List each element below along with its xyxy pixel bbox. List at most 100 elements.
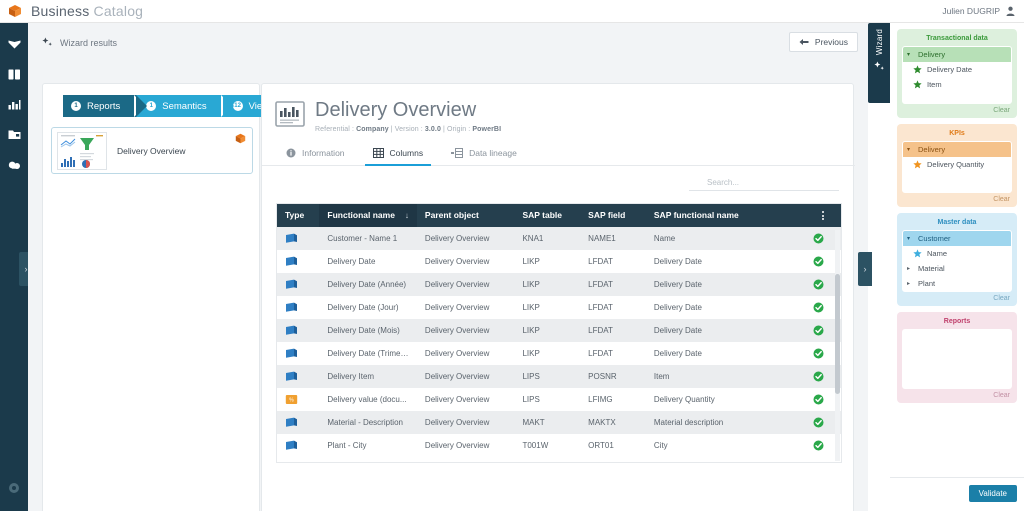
rail-item-catalog[interactable] [0,29,28,59]
basket-group[interactable]: ▾ Customer [903,231,1011,246]
table-row[interactable]: Delivery Date (Année) Delivery Overview LI… [277,273,841,296]
table-row[interactable]: Material - Description Delivery Overview M… [277,411,841,434]
cell-sap-field: LFDAT [588,303,613,312]
reports-panel: 1 Reports 1 Semantics 12 Views [42,83,292,511]
previous-button[interactable]: Previous [788,32,858,52]
step-arrow [136,95,148,117]
table-row[interactable]: Plant - City Delivery Overview T001W ORT01 C… [277,434,841,457]
basket-clear-link[interactable]: Clear [902,193,1012,204]
table-row[interactable]: Delivery Item Delivery Overview LIPS POSNR I… [277,365,841,388]
tab-information[interactable]: Information [272,140,359,165]
column-header-sap-functional-name[interactable]: SAP functional name [645,204,805,227]
page-title: Delivery Overview [315,99,477,121]
caret-right-icon[interactable]: ▸ [907,265,913,272]
basket-clear-link[interactable]: Clear [902,389,1012,400]
user-avatar-icon[interactable] [1006,6,1015,16]
rail-item-glossary[interactable] [0,59,28,89]
meta-sep: | [443,126,445,133]
cell-sap-functional-name: City [653,441,668,450]
sparkle-icon [42,37,52,46]
cell-sap-field: MAKTX [588,418,616,427]
cell-sap-table: T001W [522,441,549,450]
rail-item-connections[interactable] [0,149,28,179]
rail-item-settings[interactable] [0,473,28,503]
basket-group[interactable]: ▾ Delivery [903,47,1011,62]
basket-title: KPIs [949,130,965,137]
status-valid-icon [813,417,824,428]
cell-functional-name: Delivery Date (Mois) [327,326,400,335]
cell-sap-table: KNA1 [522,234,544,243]
user-menu[interactable]: Julien DUGRIP [942,6,1015,16]
columns-table: Type Functional name ↓ Parent object SAP… [276,203,842,463]
document-header: Delivery Overview Referential : Company … [275,98,501,133]
search-container [689,172,839,191]
step-semantics[interactable]: 1 Semantics [136,95,234,117]
rail-item-projects[interactable] [0,119,28,149]
cell-parent-object: Delivery Overview [424,326,490,335]
basket-collapsed-group[interactable]: ▸ Material [903,261,1011,276]
book-open-icon [8,40,20,48]
sort-descending-icon[interactable]: ↓ [405,210,409,221]
cell-sap-field: LFIMG [588,395,613,404]
caret-down-icon[interactable]: ▾ [907,235,913,242]
step-reports[interactable]: 1 Reports [63,95,148,117]
chevron-right-icon: › [863,263,867,274]
basket-item[interactable]: Item [903,77,1011,92]
table-row[interactable]: Delivery Date (Trimes... Delivery Overvie… [277,342,841,365]
basket-clear-link[interactable]: Clear [902,292,1012,303]
cell-parent-object: Delivery Overview [424,441,490,450]
cell-parent-object: Delivery Overview [424,372,490,381]
report-card-delivery-overview[interactable]: Delivery Overview [51,127,253,174]
table-row[interactable]: % Delivery value (docu... Delivery Overvie… [277,388,841,411]
tab-columns[interactable]: Columns [359,140,438,166]
table-row[interactable]: Customer - Name 1 Delivery Overview KNA1 NA… [277,227,841,250]
status-valid-icon [813,279,824,290]
cell-type [277,365,319,388]
cell-functional-name: Delivery Date (Jour) [327,303,399,312]
table-row[interactable]: Delivery Date (Jour) Delivery Overview LIK… [277,296,841,319]
table-row[interactable]: Delivery Date Delivery Overview LIKP LFDAT D… [277,250,841,273]
column-header-sap-field[interactable]: SAP field [580,204,646,227]
column-header-type[interactable]: Type [277,204,320,227]
wizard-side-tab[interactable]: Wizard [868,23,890,103]
basket-item[interactable]: Delivery Date [903,62,1011,77]
kebab-menu-icon[interactable] [813,211,833,220]
cell-sap-field: NAME1 [588,234,616,243]
powerbi-cube-icon [235,133,246,144]
cell-sap-table: LIKP [522,303,540,312]
column-header-parent-object[interactable]: Parent object [416,204,515,227]
brand-primary: Business [31,3,90,19]
cell-functional-name: Delivery value (docu... [327,395,407,404]
basket-item[interactable]: Name [903,246,1011,261]
cell-functional-name: Delivery Item [327,372,375,381]
cell-parent-object: Delivery Overview [424,257,490,266]
cell-sap-functional-name: Delivery Date [653,280,702,289]
brand-title: Business Catalog [31,3,143,19]
rail-item-reports[interactable] [0,89,28,119]
column-header-functional-name[interactable]: Functional name ↓ [319,204,417,227]
basket-clear-link[interactable]: Clear [902,104,1012,115]
column-header-functional-name-label: Functional name [327,210,395,220]
column-header-menu[interactable] [804,204,841,227]
basket-body: ▾ Delivery Delivery Quantity [902,141,1012,193]
right-panel-collapse-handle[interactable]: › [858,252,872,286]
status-valid-icon [813,394,824,405]
cell-sap-field: LFDAT [588,349,613,358]
table-row[interactable]: Delivery Date (Mois) Delivery Overview LIK… [277,319,841,342]
validate-button[interactable]: Validate [968,485,1017,502]
tab-data-lineage[interactable]: Data lineage [437,140,531,165]
detail-tabs: Information Columns Data lineage [262,140,855,166]
caret-down-icon[interactable]: ▾ [907,146,913,153]
arrow-left-icon [799,39,809,45]
basket-group[interactable]: ▾ Delivery [903,142,1011,157]
cell-parent-object: Delivery Overview [424,418,490,427]
basket-item[interactable]: Delivery Quantity [903,157,1011,172]
cell-type: % [277,388,319,411]
search-input[interactable] [689,176,839,191]
table-scrollbar-thumb[interactable] [835,274,840,394]
caret-right-icon[interactable]: ▸ [907,280,913,287]
caret-down-icon[interactable]: ▾ [907,51,913,58]
column-header-sap-table[interactable]: SAP table [514,204,581,227]
basket-group-label: Delivery [918,50,946,59]
basket-collapsed-group[interactable]: ▸ Plant [903,276,1011,291]
